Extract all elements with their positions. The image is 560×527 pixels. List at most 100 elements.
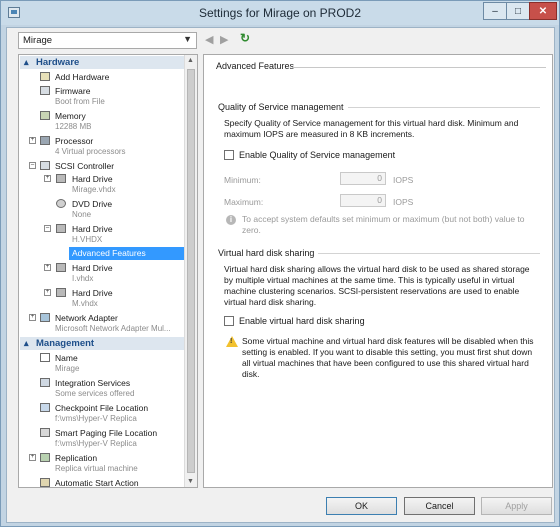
ok-button[interactable]: OK — [326, 497, 397, 515]
checkbox-box[interactable] — [224, 150, 234, 160]
hard-drive-icon — [56, 224, 66, 233]
qos-group: Quality of Service management Specify Qu… — [218, 102, 540, 235]
memory-detail: 12288 MB — [55, 122, 92, 131]
expand-icon[interactable]: + — [29, 314, 36, 321]
scrollbar-thumb[interactable] — [187, 69, 195, 473]
hard-drive-detail: Mirage.vhdx — [72, 185, 116, 194]
disk-sharing-group-title: Virtual hard disk sharing — [218, 248, 319, 258]
add-hardware-icon — [40, 72, 50, 81]
processor-icon — [40, 136, 50, 145]
disk-sharing-description: Virtual hard disk sharing allows the vir… — [224, 264, 530, 307]
management-section-header[interactable]: ▴ Management — [20, 337, 184, 350]
hardware-header-label: Hardware — [36, 57, 80, 68]
vm-selector-value: Mirage — [23, 35, 53, 46]
disk-sharing-warning-text: Some virtual machine and virtual hard di… — [242, 336, 534, 379]
maximum-iops-input[interactable]: 0 — [340, 194, 386, 207]
collapse-icon[interactable]: ▴ — [24, 56, 29, 69]
hard-drive-detail: I.vhdx — [72, 274, 94, 283]
window-title: Settings for Mirage on PROD2 — [198, 6, 362, 20]
integration-services-icon — [40, 378, 50, 387]
tree-item-label: Smart Paging File Location — [55, 428, 158, 438]
expand-icon[interactable]: + — [29, 454, 36, 461]
expand-icon[interactable]: + — [44, 264, 51, 271]
refresh-icon[interactable]: ↻ — [240, 31, 250, 45]
forward-arrow-icon[interactable]: ▶ — [220, 33, 228, 46]
vm-selector[interactable]: Mirage ▼ — [18, 32, 197, 49]
minimum-iops-unit: IOPS — [393, 175, 414, 185]
tree-item-scsi-controller[interactable]: – SCSI Controller — [29, 160, 114, 172]
checkbox-box[interactable] — [224, 316, 234, 326]
checkpoint-icon — [40, 403, 50, 412]
expand-icon[interactable]: + — [29, 137, 36, 144]
scroll-down-icon[interactable]: ▼ — [187, 478, 194, 485]
tree-item-advanced-features[interactable]: Advanced Features — [69, 247, 184, 260]
chevron-down-icon: ▼ — [183, 34, 192, 44]
network-adapter-detail: Microsoft Network Adapter Mul... — [55, 324, 171, 333]
maximum-iops-unit: IOPS — [393, 197, 414, 207]
advanced-features-panel: Advanced Features Quality of Service man… — [203, 54, 553, 488]
expand-icon[interactable]: + — [44, 175, 51, 182]
close-button[interactable]: ✕ — [529, 2, 557, 20]
cancel-button[interactable]: Cancel — [404, 497, 475, 515]
tree-item-label: Network Adapter — [55, 313, 118, 323]
hard-drive-icon — [56, 174, 66, 183]
replication-icon — [40, 453, 50, 462]
qos-info-text: To accept system defaults set minimum or… — [242, 214, 525, 235]
tree-scrollbar[interactable]: ▲ ▼ — [184, 55, 197, 487]
tree-item-label: Integration Services — [55, 378, 131, 388]
apply-button[interactable]: Apply — [481, 497, 552, 515]
hard-drive-icon — [56, 288, 66, 297]
back-arrow-icon[interactable]: ◀ — [205, 33, 213, 46]
warning-icon: ! — [226, 336, 238, 347]
tree-item-label: Memory — [55, 111, 86, 121]
hard-drive-detail: M.vhdx — [72, 299, 98, 308]
processor-detail: 4 Virtual processors — [55, 147, 126, 156]
replication-detail: Replica virtual machine — [55, 464, 138, 473]
info-icon: i — [226, 215, 236, 225]
scroll-up-icon[interactable]: ▲ — [187, 57, 194, 64]
memory-icon — [40, 111, 50, 120]
maximum-iops-label: Maximum: — [224, 197, 264, 207]
tree-item-label: Hard Drive — [72, 288, 113, 298]
hard-drive-icon — [56, 263, 66, 272]
tree-item-label: DVD Drive — [72, 199, 113, 209]
automatic-start-icon — [40, 478, 50, 487]
tree-item-label: Add Hardware — [55, 72, 110, 82]
enable-disk-sharing-label: Enable virtual hard disk sharing — [239, 316, 365, 326]
collapse-icon[interactable]: – — [44, 225, 51, 232]
settings-tree: ▴ Hardware Add Hardware Firmware Boot fr… — [18, 54, 198, 488]
minimum-iops-input[interactable]: 0 — [340, 172, 386, 185]
hardware-section-header[interactable]: ▴ Hardware — [20, 56, 184, 69]
management-header-label: Management — [36, 338, 95, 349]
tree-item-label: Hard Drive — [72, 174, 113, 184]
enable-disk-sharing-checkbox[interactable]: Enable virtual hard disk sharing — [224, 316, 365, 326]
tree-item-label: SCSI Controller — [55, 161, 115, 171]
tree-item-label: Replication — [55, 453, 98, 463]
expand-icon[interactable]: + — [44, 289, 51, 296]
firmware-detail: Boot from File — [55, 97, 105, 106]
maximize-button[interactable]: □ — [506, 2, 530, 20]
title-bar[interactable]: Settings for Mirage on PROD2 – □ ✕ — [1, 1, 559, 25]
minimum-iops-label: Minimum: — [224, 175, 261, 185]
qos-description: Specify Quality of Service management fo… — [224, 118, 519, 139]
panel-title: Advanced Features — [216, 61, 295, 71]
checkpoint-location-detail: f:\vms\Hyper-V Replica — [55, 414, 137, 423]
tree-item-label: Advanced Features — [72, 248, 146, 258]
tree-item-label: Automatic Start Action — [55, 478, 139, 488]
enable-qos-checkbox[interactable]: Enable Quality of Service management — [224, 150, 395, 160]
dvd-drive-detail: None — [72, 210, 92, 219]
collapse-icon[interactable]: ▴ — [24, 337, 29, 350]
tree-item-label: Processor — [55, 136, 94, 146]
minimize-button[interactable]: – — [483, 2, 507, 20]
tree-item-label: Name — [55, 353, 78, 363]
scsi-controller-icon — [40, 161, 50, 170]
name-icon — [40, 353, 50, 362]
tree-item-automatic-start-action[interactable]: Automatic Start Action — [40, 477, 139, 488]
integration-services-detail: Some services offered — [55, 389, 135, 398]
tree-item-add-hardware[interactable]: Add Hardware — [40, 71, 109, 83]
network-adapter-icon — [40, 313, 50, 322]
collapse-icon[interactable]: – — [29, 162, 36, 169]
smart-paging-location-detail: f:\vms\Hyper-V Replica — [55, 439, 137, 448]
disk-sharing-group: Virtual hard disk sharing Virtual hard d… — [218, 248, 540, 379]
hard-drive-detail: H.VHDX — [72, 235, 103, 244]
